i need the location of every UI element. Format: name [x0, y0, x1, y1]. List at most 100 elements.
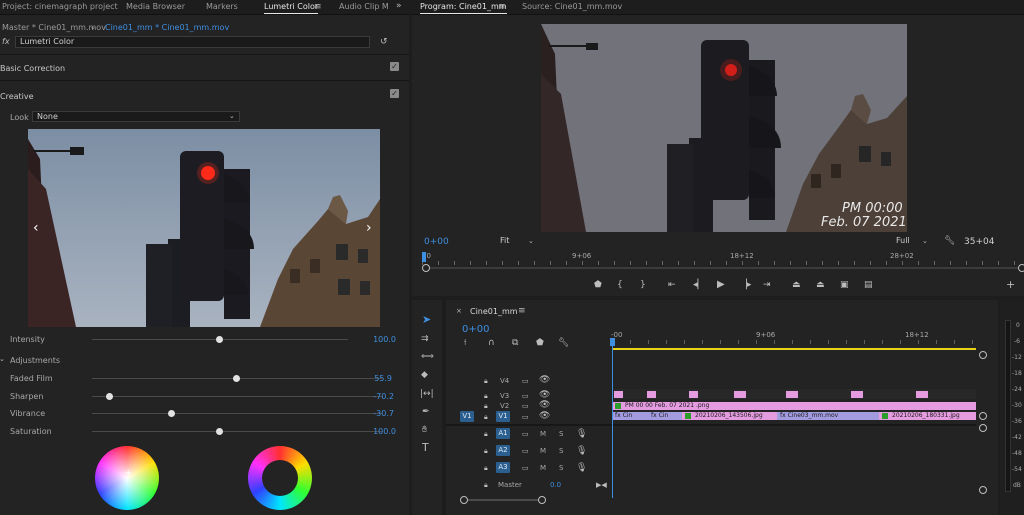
eye-icon[interactable]: 👁︎: [539, 375, 550, 385]
step-forward-icon[interactable]: ▕▸: [740, 280, 751, 290]
sharpen-slider[interactable]: [92, 393, 382, 400]
selection-tool-icon[interactable]: ➤: [422, 314, 431, 325]
tab-menu-icon[interactable]: ≡: [498, 2, 506, 12]
clip-v3-marker[interactable]: [647, 391, 656, 398]
insert-nest-icon[interactable]: ⟊: [464, 338, 466, 348]
zoom-scrollbar[interactable]: [425, 267, 1021, 269]
sync-lock-icon[interactable]: ▭: [522, 429, 529, 439]
sync-lock-icon[interactable]: ▭: [522, 463, 529, 473]
clip-v3-marker[interactable]: [786, 391, 798, 398]
master-volume[interactable]: 0.0: [550, 481, 561, 489]
ripple-edit-tool-icon[interactable]: ⟺: [421, 352, 434, 362]
chevron-down-icon[interactable]: ⌄: [90, 22, 96, 32]
eye-icon[interactable]: 👁︎: [539, 411, 550, 421]
add-marker-icon[interactable]: ⬟: [536, 338, 544, 348]
hand-tool-icon[interactable]: ✋︎: [422, 425, 427, 435]
clip-v1-cin-1[interactable]: fx Cin: [612, 412, 648, 420]
eye-icon[interactable]: 👁︎: [539, 390, 550, 400]
tab-lumetri-color[interactable]: Lumetri Color: [264, 2, 319, 14]
lift-icon[interactable]: ⏏: [792, 280, 801, 290]
v-scroll-handle[interactable]: [979, 486, 987, 494]
lock-icon[interactable]: 🔒︎: [484, 463, 488, 473]
tab-media-browser[interactable]: Media Browser: [126, 2, 185, 11]
add-marker-icon[interactable]: ⬟: [594, 280, 602, 290]
chevron-down-icon[interactable]: ⌄: [0, 354, 5, 364]
saturation-knob[interactable]: [216, 428, 223, 435]
wrench-icon[interactable]: 🔧︎: [944, 236, 955, 246]
close-icon[interactable]: ×: [456, 306, 462, 316]
step-back-icon[interactable]: ◂▏: [693, 280, 704, 290]
intensity-slider[interactable]: [92, 336, 348, 343]
reset-icon[interactable]: ↺: [380, 37, 388, 47]
solo-button[interactable]: S: [559, 430, 563, 438]
razor-tool-icon[interactable]: ◆: [421, 370, 428, 380]
tab-project[interactable]: Project: cinemagraph project: [2, 2, 118, 11]
extract-icon[interactable]: ⏏: [816, 280, 825, 290]
track-target-v1[interactable]: V1: [496, 411, 510, 422]
add-button-icon[interactable]: +: [1006, 279, 1015, 290]
mark-out-icon[interactable]: }: [640, 280, 646, 290]
play-icon[interactable]: ▶: [717, 280, 725, 290]
clip-v3-marker[interactable]: [734, 391, 746, 398]
vibrance-slider[interactable]: [92, 410, 382, 417]
vibrance-knob[interactable]: [168, 410, 175, 417]
mute-button[interactable]: M: [540, 464, 546, 472]
clip-v2-title[interactable]: PM 00 00 Feb. 07 2021 .png: [612, 402, 976, 410]
v-scroll-handle[interactable]: [979, 351, 987, 359]
creative-checkbox[interactable]: ✓: [390, 89, 399, 98]
wrench-icon[interactable]: 🔧︎: [558, 338, 569, 348]
more-tabs-icon[interactable]: »: [396, 1, 402, 11]
tab-program[interactable]: Program: Cine01_mm: [420, 2, 507, 14]
sync-lock-icon[interactable]: ▭: [522, 401, 529, 411]
lock-icon[interactable]: 🔒︎: [484, 429, 488, 439]
sharpen-knob[interactable]: [106, 393, 113, 400]
v-scroll-handle[interactable]: [979, 424, 987, 432]
linked-selection-icon[interactable]: ⧉: [512, 338, 518, 348]
clip-v1-image-1[interactable]: 20210206_143506.jpg: [682, 412, 777, 420]
lock-icon[interactable]: 🔒︎: [484, 480, 488, 490]
basic-correction-checkbox[interactable]: ✓: [390, 62, 399, 71]
v-scroll-handle[interactable]: [979, 412, 987, 420]
vibrance-value[interactable]: -30.7: [364, 409, 394, 418]
eye-icon[interactable]: 👁︎: [539, 400, 550, 410]
track-select-tool-icon[interactable]: ⇉: [421, 334, 429, 344]
preview-prev-icon[interactable]: ‹: [33, 220, 39, 236]
camera-icon[interactable]: ▣: [840, 280, 849, 290]
clip-v1-image-2[interactable]: 20210206_180331.jpg: [879, 412, 976, 420]
basic-correction-header[interactable]: Basic Correction: [0, 64, 65, 73]
saturation-value[interactable]: 100.0: [366, 427, 396, 436]
sync-lock-icon[interactable]: ▭: [522, 446, 529, 456]
look-select[interactable]: None: [32, 111, 240, 122]
intensity-knob[interactable]: [216, 336, 223, 343]
timeline-playhead[interactable]: [612, 338, 613, 498]
work-area-bar[interactable]: [612, 348, 976, 350]
pen-tool-icon[interactable]: ✒: [422, 407, 430, 417]
clip-v1-cin-2[interactable]: fx Cin: [648, 412, 682, 420]
h-scroll-handle-right[interactable]: [538, 496, 546, 504]
intensity-value[interactable]: 100.0: [366, 335, 396, 344]
sync-lock-icon[interactable]: ▭: [522, 376, 529, 386]
sequence-tab[interactable]: Cine01_mm: [470, 307, 518, 316]
timeline-ruler-ticks[interactable]: [612, 340, 976, 344]
clip-v1-cine03[interactable]: fx Cine03_mm.mov: [777, 412, 879, 420]
h-scroll-handle-left[interactable]: [460, 496, 468, 504]
sequence-clip-label[interactable]: Cine01_mm * Cine01_mm.mov: [105, 23, 229, 32]
tab-menu-icon[interactable]: ≡: [518, 306, 526, 316]
faded-film-slider[interactable]: [92, 375, 382, 382]
tab-markers[interactable]: Markers: [206, 2, 238, 11]
clip-v3-marker[interactable]: [689, 391, 698, 398]
zoom-handle-left[interactable]: [422, 264, 430, 272]
microphone-icon[interactable]: 🎙︎: [576, 463, 587, 473]
h-scrollbar[interactable]: [462, 499, 542, 501]
faded-film-knob[interactable]: [233, 375, 240, 382]
solo-button[interactable]: S: [559, 464, 563, 472]
effect-select[interactable]: Lumetri Color: [15, 36, 370, 48]
preview-next-icon[interactable]: ›: [366, 220, 372, 236]
go-to-end-icon[interactable]: ▶◀: [596, 480, 607, 490]
lock-icon[interactable]: 🔒︎: [484, 412, 488, 422]
tab-audio-clip-mixer[interactable]: Audio Clip M: [339, 2, 389, 11]
wheel-center-icon[interactable]: +: [124, 469, 132, 479]
lock-icon[interactable]: 🔒︎: [484, 376, 488, 386]
quality-select[interactable]: Full: [892, 236, 936, 247]
timeline-timecode[interactable]: 0+00: [462, 324, 489, 335]
